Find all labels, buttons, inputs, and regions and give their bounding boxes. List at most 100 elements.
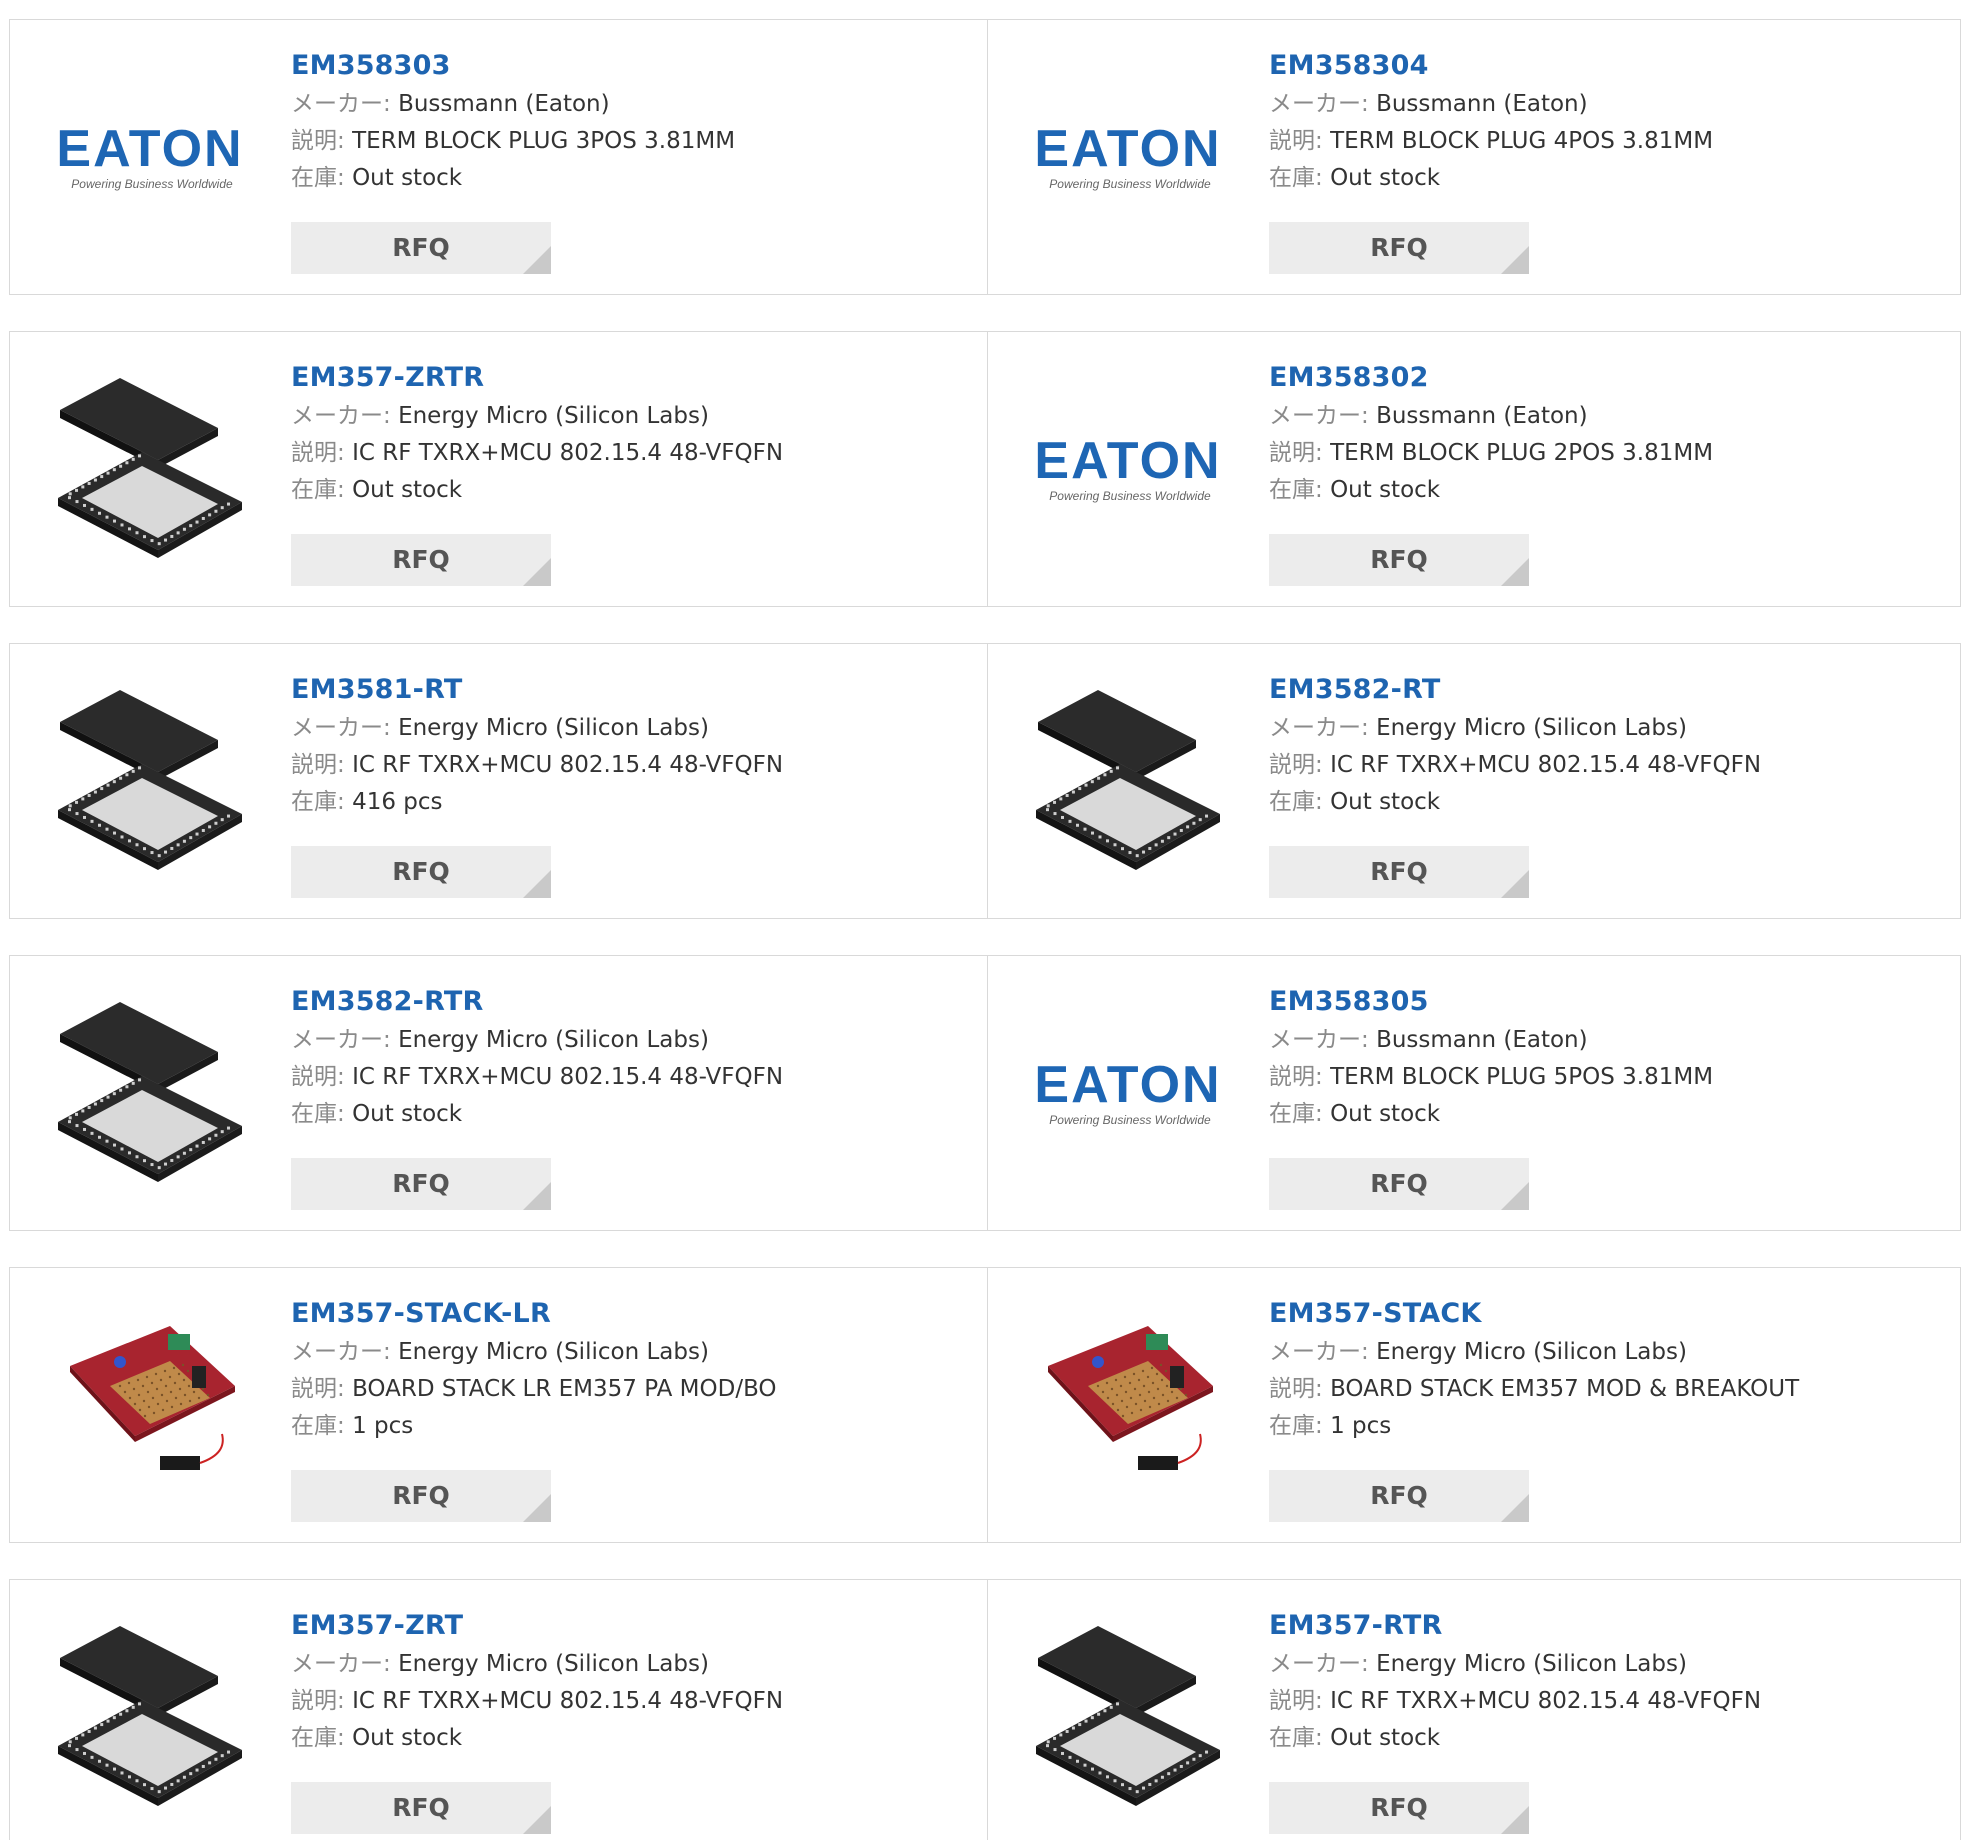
rfq-button-label: RFQ	[1370, 233, 1428, 262]
rfq-button-label: RFQ	[392, 1793, 450, 1822]
description-label: 説明:	[291, 1688, 345, 1714]
corner-fold-icon	[1501, 246, 1529, 274]
maker-label: メーカー:	[291, 91, 391, 117]
product-image[interactable]: EATON Powering Business Worldwide	[1028, 370, 1228, 570]
product-card: EATON Powering Business Worldwide EM35830…	[988, 20, 1960, 294]
rfq-button-label: RFQ	[392, 1169, 450, 1198]
maker-row: メーカー: Energy Micro (Silicon Labs)	[1269, 1646, 1950, 1683]
product-image[interactable]	[1028, 1306, 1228, 1506]
rfq-button[interactable]: RFQ	[1269, 222, 1529, 274]
part-number-link[interactable]: EM357-STACK-LR	[291, 1294, 977, 1334]
stock-label: 在庫:	[1269, 1101, 1323, 1127]
rfq-button[interactable]: RFQ	[1269, 1158, 1529, 1210]
product-card: EATON Powering Business Worldwide EM35830…	[10, 20, 988, 294]
product-image[interactable]	[1028, 682, 1228, 882]
maker-value: Bussmann (Eaton)	[1376, 403, 1588, 429]
description-row: 説明: TERM BLOCK PLUG 4POS 3.81MM	[1269, 123, 1950, 160]
product-image[interactable]	[50, 1306, 250, 1506]
stock-value: Out stock	[352, 165, 463, 191]
corner-fold-icon	[1501, 1182, 1529, 1210]
rfq-button[interactable]: RFQ	[291, 846, 551, 898]
rfq-button[interactable]: RFQ	[1269, 1782, 1529, 1834]
stock-label: 在庫:	[1269, 477, 1323, 503]
maker-row: メーカー: Energy Micro (Silicon Labs)	[291, 1022, 977, 1059]
product-image[interactable]: EATON Powering Business Worldwide	[1028, 994, 1228, 1194]
description-row: 説明: IC RF TXRX+MCU 802.15.4 48-VFQFN	[291, 1059, 977, 1096]
rfq-button[interactable]: RFQ	[291, 1158, 551, 1210]
part-number-link[interactable]: EM357-STACK	[1269, 1294, 1950, 1334]
maker-value: Energy Micro (Silicon Labs)	[398, 1027, 709, 1053]
product-image[interactable]	[50, 1618, 250, 1818]
rfq-button[interactable]: RFQ	[1269, 534, 1529, 586]
product-image[interactable]	[50, 370, 250, 570]
rfq-button-label: RFQ	[392, 545, 450, 574]
part-number-link[interactable]: EM358304	[1269, 46, 1950, 86]
product-info: EM358305 メーカー: Bussmann (Eaton) 説明: TERM…	[1269, 982, 1950, 1133]
description-row: 説明: IC RF TXRX+MCU 802.15.4 48-VFQFN	[1269, 1683, 1950, 1720]
eaton-logo: EATON Powering Business Worldwide	[50, 108, 250, 208]
maker-value: Energy Micro (Silicon Labs)	[398, 403, 709, 429]
maker-label: メーカー:	[291, 1651, 391, 1677]
product-image[interactable]: EATON Powering Business Worldwide	[50, 58, 250, 258]
rfq-button-label: RFQ	[392, 1481, 450, 1510]
product-info: EM357-RTR メーカー: Energy Micro (Silicon La…	[1269, 1606, 1950, 1757]
stock-value: Out stock	[352, 1725, 463, 1751]
maker-value: Energy Micro (Silicon Labs)	[398, 715, 709, 741]
maker-label: メーカー:	[1269, 91, 1369, 117]
product-info: EM358302 メーカー: Bussmann (Eaton) 説明: TERM…	[1269, 358, 1950, 509]
stock-value: 1 pcs	[1330, 1413, 1392, 1439]
stock-value: Out stock	[1330, 789, 1441, 815]
description-value: IC RF TXRX+MCU 802.15.4 48-VFQFN	[352, 440, 784, 466]
part-number-link[interactable]: EM357-ZRTR	[291, 358, 977, 398]
eaton-logo: EATON Powering Business Worldwide	[1028, 420, 1228, 520]
description-label: 説明:	[291, 1064, 345, 1090]
description-row: 説明: TERM BLOCK PLUG 2POS 3.81MM	[1269, 435, 1950, 472]
part-number-link[interactable]: EM3582-RTR	[291, 982, 977, 1022]
corner-fold-icon	[523, 246, 551, 274]
product-info: EM358304 メーカー: Bussmann (Eaton) 説明: TERM…	[1269, 46, 1950, 197]
eaton-tagline: Powering Business Worldwide	[1049, 489, 1211, 503]
stock-value: Out stock	[1330, 1101, 1441, 1127]
qfn-chip-image	[50, 994, 250, 1194]
product-image[interactable]: EATON Powering Business Worldwide	[1028, 58, 1228, 258]
rfq-button-label: RFQ	[1370, 1169, 1428, 1198]
eaton-logo: EATON Powering Business Worldwide	[1028, 1044, 1228, 1144]
part-number-link[interactable]: EM357-RTR	[1269, 1606, 1950, 1646]
part-number-link[interactable]: EM358303	[291, 46, 977, 86]
maker-value: Energy Micro (Silicon Labs)	[1376, 1339, 1687, 1365]
rfq-button[interactable]: RFQ	[291, 1470, 551, 1522]
part-number-link[interactable]: EM3581-RT	[291, 670, 977, 710]
rfq-button-label: RFQ	[392, 857, 450, 886]
description-value: IC RF TXRX+MCU 802.15.4 48-VFQFN	[1330, 1688, 1762, 1714]
maker-value: Bussmann (Eaton)	[398, 91, 610, 117]
eaton-wordmark: EATON	[1034, 432, 1221, 490]
rfq-button[interactable]: RFQ	[291, 534, 551, 586]
product-image[interactable]	[1028, 1618, 1228, 1818]
part-number-link[interactable]: EM358302	[1269, 358, 1950, 398]
product-card: EM357-RTR メーカー: Energy Micro (Silicon La…	[988, 1580, 1960, 1840]
rfq-button[interactable]: RFQ	[1269, 846, 1529, 898]
maker-value: Bussmann (Eaton)	[1376, 1027, 1588, 1053]
product-image[interactable]	[50, 994, 250, 1194]
part-number-link[interactable]: EM358305	[1269, 982, 1950, 1022]
part-number-link[interactable]: EM3582-RT	[1269, 670, 1950, 710]
maker-value: Energy Micro (Silicon Labs)	[1376, 1651, 1687, 1677]
rfq-button[interactable]: RFQ	[291, 222, 551, 274]
description-row: 説明: IC RF TXRX+MCU 802.15.4 48-VFQFN	[291, 435, 977, 472]
description-label: 説明:	[291, 440, 345, 466]
description-value: TERM BLOCK PLUG 3POS 3.81MM	[352, 128, 736, 154]
part-number-link[interactable]: EM357-ZRT	[291, 1606, 977, 1646]
product-image[interactable]	[50, 682, 250, 882]
stock-value: Out stock	[1330, 477, 1441, 503]
dev-board-image	[50, 1306, 250, 1506]
description-value: BOARD STACK EM357 MOD & BREAKOUT	[1330, 1376, 1800, 1402]
rfq-button[interactable]: RFQ	[1269, 1470, 1529, 1522]
maker-row: メーカー: Bussmann (Eaton)	[1269, 86, 1950, 123]
description-label: 説明:	[1269, 1688, 1323, 1714]
corner-fold-icon	[523, 1806, 551, 1834]
eaton-tagline: Powering Business Worldwide	[1049, 177, 1211, 191]
qfn-chip-image	[50, 682, 250, 882]
stock-row: 在庫: Out stock	[1269, 472, 1950, 509]
description-value: IC RF TXRX+MCU 802.15.4 48-VFQFN	[352, 1688, 784, 1714]
rfq-button[interactable]: RFQ	[291, 1782, 551, 1834]
